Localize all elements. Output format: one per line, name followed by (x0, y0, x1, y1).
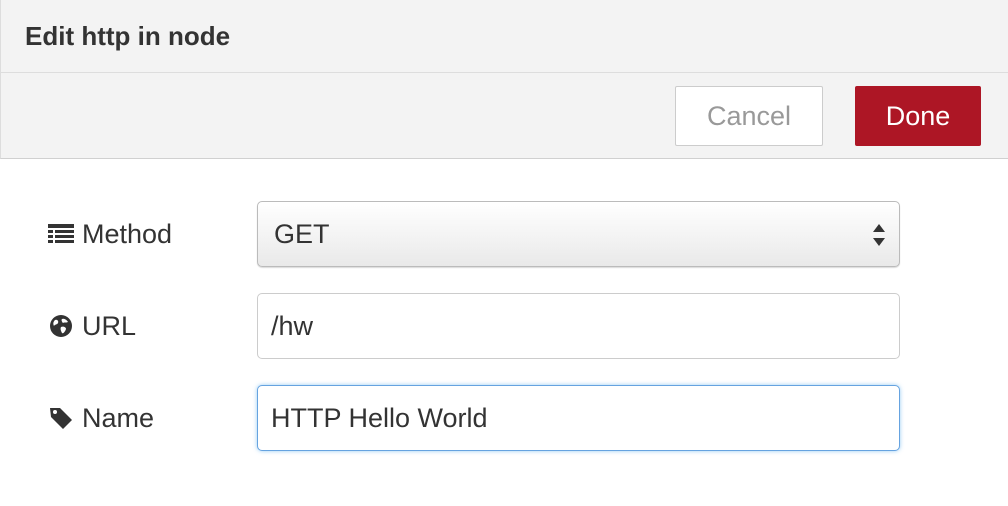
globe-icon (48, 313, 74, 339)
method-select[interactable]: GET (257, 201, 900, 267)
name-label-group: Name (48, 385, 154, 451)
name-input-value: HTTP Hello World (271, 402, 488, 433)
method-select-value: GET (274, 218, 330, 249)
list-icon (48, 221, 74, 247)
method-label: Method (82, 218, 173, 249)
name-row: Name HTTP Hello World (0, 385, 1008, 451)
dialog-title: Edit http in node (25, 21, 231, 51)
url-label-group: URL (48, 293, 136, 359)
method-label-group: Method (48, 201, 172, 267)
url-row: URL /hw (0, 293, 1008, 359)
name-label: Name (82, 402, 155, 433)
url-input[interactable]: /hw (257, 293, 900, 359)
tag-icon (48, 405, 74, 431)
method-row: Method GET (0, 201, 1008, 267)
dialog-toolbar: Cancel Done (0, 73, 1008, 159)
url-input-value: /hw (271, 310, 314, 341)
dialog-title-bar: Edit http in node (0, 0, 1008, 73)
done-button[interactable]: Done (855, 86, 981, 146)
name-input[interactable]: HTTP Hello World (257, 385, 900, 451)
edit-node-dialog: Edit http in node Cancel Done Method GET… (0, 0, 1008, 506)
url-label: URL (82, 310, 137, 341)
cancel-button[interactable]: Cancel (675, 86, 823, 146)
select-arrows-icon (873, 222, 885, 248)
